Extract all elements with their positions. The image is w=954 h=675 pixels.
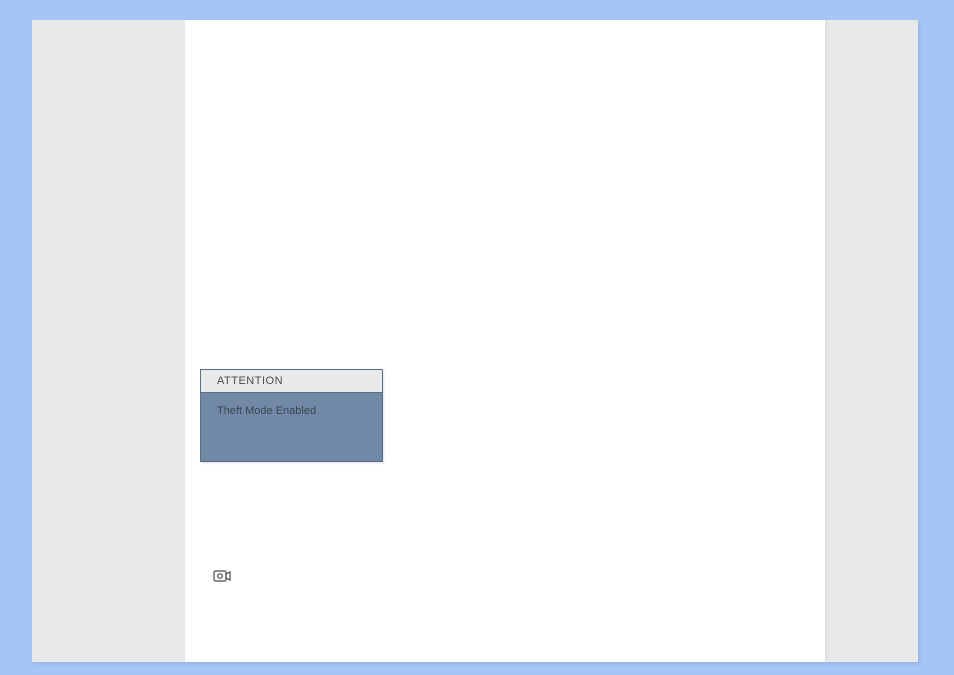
app-frame: ATTENTION Theft Mode Enabled (32, 20, 918, 662)
camera-icon (213, 569, 231, 583)
main-content-panel: ATTENTION Theft Mode Enabled (185, 20, 825, 662)
attention-alert: ATTENTION Theft Mode Enabled (200, 369, 383, 462)
alert-message: Theft Mode Enabled (201, 393, 382, 429)
alert-title: ATTENTION (201, 370, 382, 393)
